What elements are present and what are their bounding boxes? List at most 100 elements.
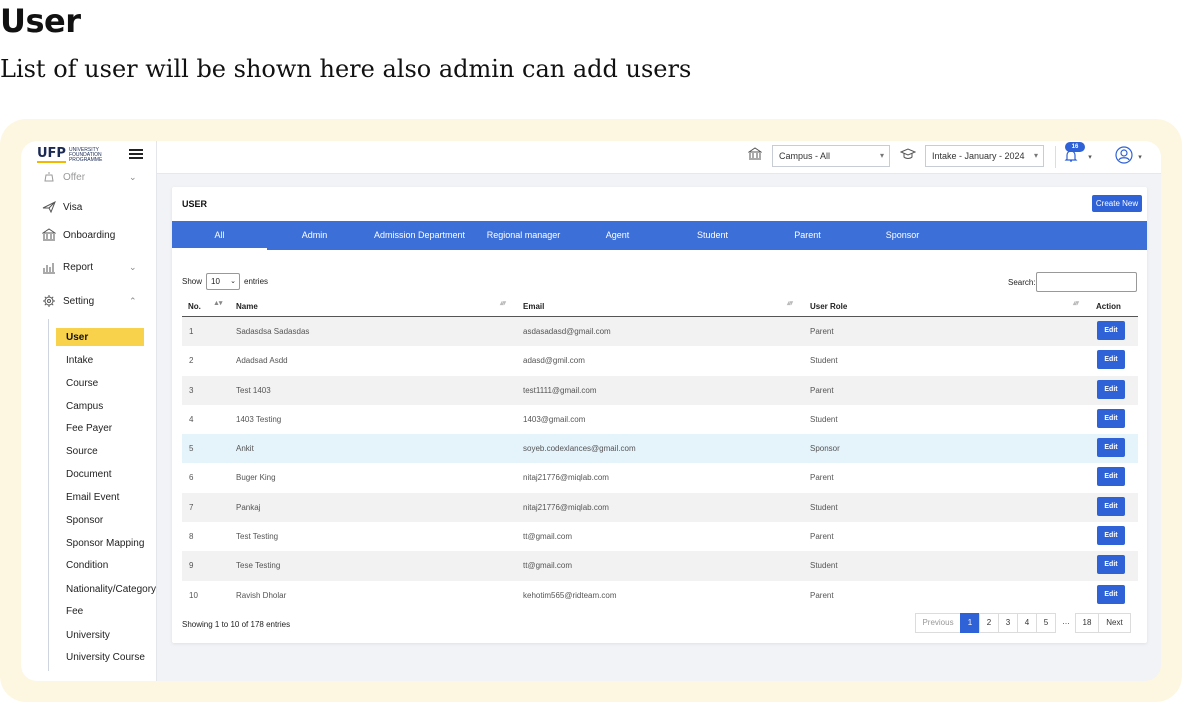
chevron-down-icon[interactable]: ▾: [1081, 148, 1099, 166]
pagination-page-last[interactable]: 18: [1075, 613, 1099, 633]
sidebar-item-label: Report: [63, 261, 94, 273]
show-label: Show: [182, 277, 203, 286]
tab-all[interactable]: All: [172, 221, 267, 250]
subnav-item-fee[interactable]: Fee: [66, 606, 83, 617]
logo[interactable]: UFP UNIVERSITY FOUNDATION PROGRAMME: [37, 147, 127, 163]
column-header-user-role[interactable]: User Role: [810, 302, 847, 311]
edit-button[interactable]: Edit: [1097, 496, 1125, 516]
sort-icon: ▴▾: [500, 300, 506, 307]
edit-button[interactable]: Edit: [1097, 438, 1125, 458]
chevron-down-icon[interactable]: ▾: [1131, 148, 1149, 166]
cell-name: 1403 Testing: [236, 414, 282, 424]
cell-name: Ravish Dholar: [236, 590, 287, 600]
pagination-page-3[interactable]: 3: [998, 613, 1018, 633]
table-body: 1 Sadasdsa Sadasdas asdasadasd@gmail.com Pa…: [182, 317, 1138, 610]
create-new-button[interactable]: Create New: [1092, 195, 1142, 212]
top-header: Campus - All ▾ Intake - January - 2024 ▾…: [157, 141, 1161, 174]
cell-no: 9: [189, 561, 194, 571]
entries-label: entries: [244, 277, 269, 286]
campus-icon: [746, 145, 764, 163]
tab-admission-department[interactable]: Admission Department: [362, 221, 477, 250]
cell-name: Tese Testing: [236, 561, 281, 571]
subnav-item-email-event[interactable]: Email Event: [66, 492, 119, 503]
cell-email: 1403@gmail.com: [523, 414, 586, 424]
edit-button[interactable]: Edit: [1097, 408, 1125, 428]
cell-user-role: Parent: [810, 327, 834, 336]
hamburger-menu-icon[interactable]: [129, 149, 143, 159]
page-subtitle: List of user will be shown here also adm…: [0, 55, 692, 83]
subnav-item-fee-payer[interactable]: Fee Payer: [66, 423, 112, 434]
campus-select[interactable]: Campus - All ▾: [772, 145, 890, 167]
entries-select[interactable]: 10 ⌄: [206, 273, 241, 290]
subnav-item-condition[interactable]: Condition: [66, 560, 108, 571]
pagination-page-2[interactable]: 2: [979, 613, 999, 633]
pagination-page-4[interactable]: 4: [1017, 613, 1037, 633]
chevron-down-icon: ⌄: [129, 261, 137, 272]
sort-icon: ▴▾: [787, 300, 793, 307]
subnav-item-course[interactable]: Course: [66, 378, 98, 389]
edit-button[interactable]: Edit: [1097, 467, 1125, 487]
subnav-item-document[interactable]: Document: [66, 469, 112, 480]
subnav-item-university[interactable]: University: [66, 630, 110, 641]
tab-student[interactable]: Student: [665, 221, 760, 250]
table-row: 3 Test 1403 test1111@gmail.com Parent Edit: [182, 375, 1138, 405]
cell-user-role: Student: [810, 356, 838, 366]
subnav-item-sponsor-mapping[interactable]: Sponsor Mapping: [66, 538, 144, 549]
tab-sponsor[interactable]: Sponsor: [855, 221, 950, 250]
column-header-no[interactable]: No.: [188, 302, 201, 311]
sidebar-item-offer[interactable]: Offer ⌄: [41, 170, 137, 184]
subnav-item-intake[interactable]: Intake: [66, 355, 93, 366]
table-row: 10 Ravish Dholar kehotim565@ridteam.com Par…: [182, 581, 1138, 610]
header-divider: [1055, 146, 1056, 168]
sort-icon: ▴▾: [1073, 300, 1079, 307]
subnav-item-nationality-category[interactable]: Nationality/Category: [66, 584, 156, 595]
pagination-next[interactable]: Next: [1098, 613, 1131, 633]
cell-name: Test 1403: [236, 385, 271, 395]
edit-button[interactable]: Edit: [1097, 379, 1125, 399]
cell-user-role: Student: [810, 414, 838, 424]
cell-email: tt@gmail.com: [523, 532, 573, 542]
tab-regional-manager[interactable]: Regional manager: [477, 221, 570, 250]
sidebar-item-visa[interactable]: Visa: [41, 200, 82, 214]
subnav-item-source[interactable]: Source: [66, 446, 98, 457]
pagination-page-5[interactable]: 5: [1036, 613, 1056, 633]
table-row: 8 Test Testing tt@gmail.com Parent Edit: [182, 522, 1138, 551]
column-header-action: Action: [1096, 302, 1121, 311]
intake-select[interactable]: Intake - January - 2024 ▾: [925, 145, 1044, 167]
search-input[interactable]: [1036, 272, 1137, 292]
sidebar-item-report[interactable]: Report ⌄: [41, 260, 137, 274]
column-header-name[interactable]: Name: [236, 302, 258, 311]
subnav-item-university-course[interactable]: University Course: [66, 652, 145, 663]
sidebar-item-setting[interactable]: Setting ⌃: [41, 294, 137, 308]
cell-email: asdasadasd@gmail.com: [523, 327, 611, 336]
tab-parent[interactable]: Parent: [760, 221, 855, 250]
pagination-page-1[interactable]: 1: [960, 613, 980, 633]
cell-email: tt@gmail.com: [523, 561, 573, 571]
offer-icon: [41, 170, 57, 184]
pagination-previous[interactable]: Previous: [915, 613, 961, 633]
cell-no: 1: [189, 327, 194, 336]
campus-select-value: Campus - All: [779, 151, 831, 161]
edit-button[interactable]: Edit: [1097, 526, 1125, 546]
edit-button[interactable]: Edit: [1097, 584, 1125, 604]
subnav-divider: [48, 319, 49, 671]
edit-button[interactable]: Edit: [1097, 555, 1125, 575]
sidebar-item-onboarding[interactable]: Onboarding: [41, 228, 115, 242]
entries-length-control: Show 10 ⌄ entries: [182, 273, 268, 290]
subnav-item-sponsor[interactable]: Sponsor: [66, 515, 103, 526]
cell-no: 6: [189, 473, 194, 483]
chevron-down-icon: ▾: [879, 151, 884, 160]
tab-admin[interactable]: Admin: [267, 221, 362, 250]
edit-button[interactable]: Edit: [1097, 350, 1125, 370]
tab-agent[interactable]: Agent: [570, 221, 665, 250]
subnav-item-user[interactable]: User: [56, 328, 144, 346]
chevron-down-icon: ▾: [1033, 151, 1038, 160]
chevron-down-icon: ⌄: [230, 278, 237, 285]
edit-button[interactable]: Edit: [1097, 321, 1125, 340]
table-row: 1 Sadasdsa Sadasdas asdasadasd@gmail.com Pa…: [182, 317, 1138, 347]
cell-user-role: Sponsor: [810, 444, 840, 454]
column-header-email[interactable]: Email: [523, 302, 544, 311]
cell-name: Buger King: [236, 473, 276, 483]
subnav-item-campus[interactable]: Campus: [66, 401, 103, 412]
cell-user-role: Parent: [810, 532, 834, 542]
